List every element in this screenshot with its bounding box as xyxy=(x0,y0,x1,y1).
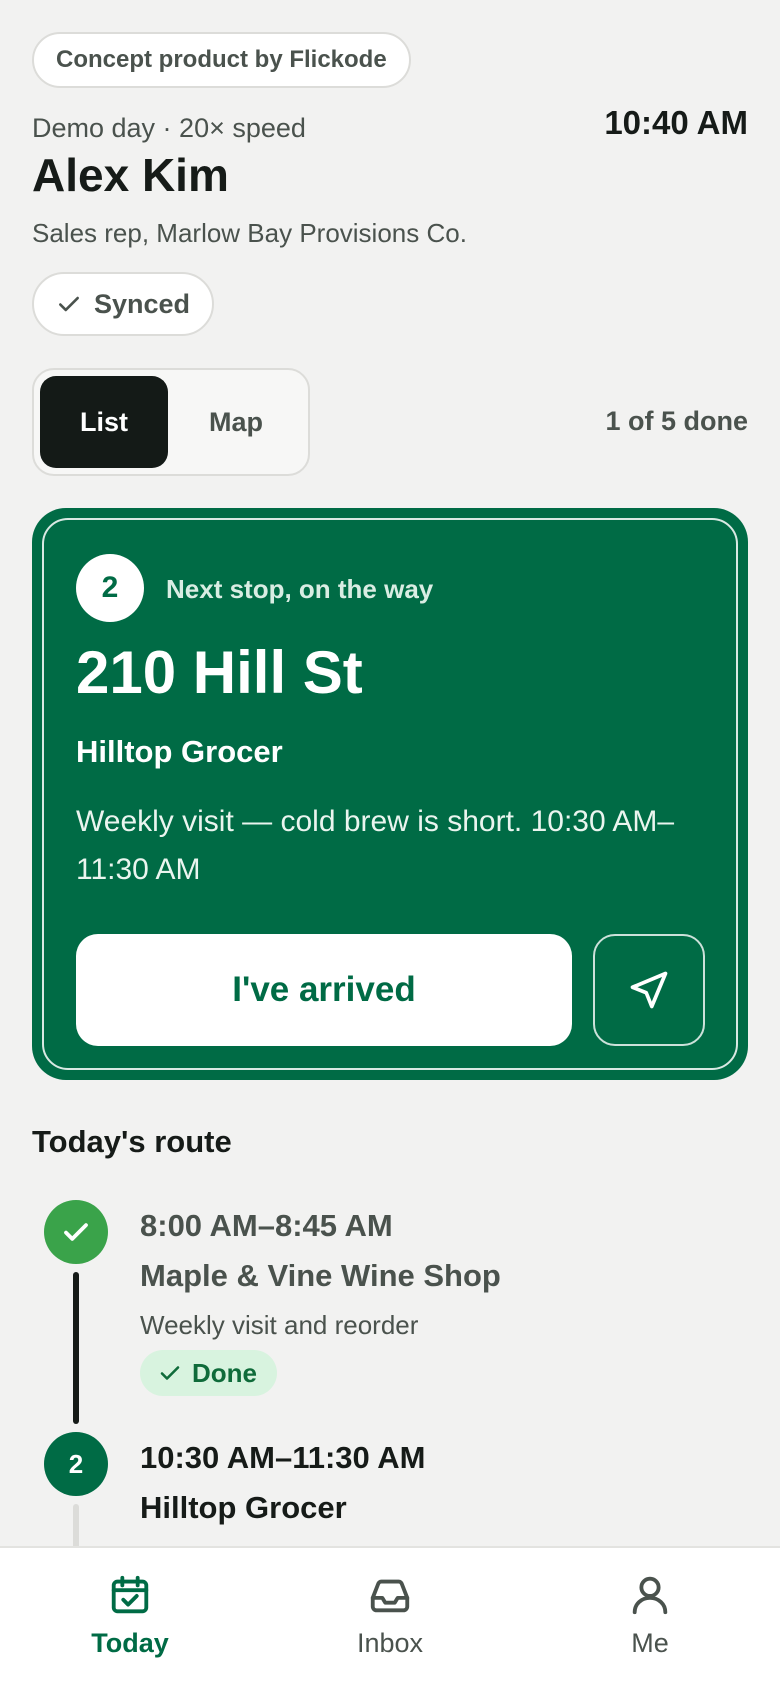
arrived-button-label: I've arrived xyxy=(232,970,416,1009)
route-title: Today's route xyxy=(32,1124,232,1159)
next-stop-name: Hilltop Grocer xyxy=(76,734,283,769)
check-icon xyxy=(59,296,79,312)
tab-inbox-label: Inbox xyxy=(356,1628,424,1658)
arrived-button[interactable]: I've arrived xyxy=(76,934,572,1046)
view-toggle: List Map xyxy=(32,368,310,476)
next-stop-address: 210 Hill St xyxy=(76,639,363,706)
tab-me[interactable]: Me xyxy=(520,1548,780,1688)
stop-number-badge: 2 xyxy=(76,554,144,622)
check-icon xyxy=(64,1223,88,1241)
rep-role: Sales rep, Marlow Bay Provisions Co. xyxy=(32,218,467,248)
done-badge-label: Done xyxy=(192,1357,257,1388)
concept-badge-label: Concept product by Flickode xyxy=(56,46,387,73)
calendar-check-icon xyxy=(111,1575,149,1614)
bottom-tab-bar: Today Inbox Me xyxy=(0,1546,780,1688)
tab-today-label: Today xyxy=(91,1628,169,1658)
next-stop-card-inner: 2 Next stop, on the way 210 Hill St Hill… xyxy=(42,518,738,1070)
done-marker xyxy=(44,1200,108,1264)
inbox-tray-icon xyxy=(370,1579,410,1613)
tab-list[interactable]: List xyxy=(40,376,168,468)
route-item-time: 8:00 AM–8:45 AM xyxy=(140,1208,393,1243)
navigate-arrow-icon xyxy=(630,971,668,1009)
route-item-desc: Weekly visit and reorder xyxy=(140,1310,419,1340)
sync-status-badge: Synced xyxy=(32,272,215,336)
clock: 10:40 AM xyxy=(604,104,748,141)
route-item-time: 10:30 AM–11:30 AM xyxy=(140,1440,426,1475)
next-stop-note: Weekly visit — cold brew is short. 10:30… xyxy=(76,805,675,886)
tab-map[interactable]: Map xyxy=(172,376,300,468)
concept-badge: Concept product by Flickode xyxy=(32,32,411,88)
tab-inbox[interactable]: Inbox xyxy=(260,1548,520,1688)
progress-count: 1 of 5 done xyxy=(605,406,748,436)
route-item[interactable]: 8:00 AM–8:45 AM Maple & Vine Wine Shop W… xyxy=(0,1200,780,1430)
navigate-button[interactable] xyxy=(593,934,705,1046)
check-icon xyxy=(160,1366,180,1380)
route-item[interactable]: 2 10:30 AM–11:30 AM Hilltop Grocer xyxy=(0,1432,780,1564)
app-screen: Concept product by Flickode Demo day · 2… xyxy=(0,0,780,1688)
route-item-name: Hilltop Grocer xyxy=(140,1490,347,1525)
demo-meta: Demo day · 20× speed xyxy=(32,113,306,143)
next-stop-card: 2 Next stop, on the way 210 Hill St Hill… xyxy=(32,508,748,1080)
tab-me-label: Me xyxy=(631,1628,669,1658)
route-connector xyxy=(73,1272,79,1424)
done-badge: Done xyxy=(140,1350,277,1396)
stop-number-marker: 2 xyxy=(44,1432,108,1496)
tab-list-label: List xyxy=(79,406,128,437)
tab-today[interactable]: Today xyxy=(0,1548,260,1688)
route-item-name: Maple & Vine Wine Shop xyxy=(140,1258,501,1293)
person-icon xyxy=(632,1576,668,1615)
rep-name: Alex Kim xyxy=(32,149,229,201)
tab-map-label: Map xyxy=(209,406,263,437)
next-stop-kicker: Next stop, on the way xyxy=(166,574,434,604)
sync-status-label: Synced xyxy=(94,288,191,319)
